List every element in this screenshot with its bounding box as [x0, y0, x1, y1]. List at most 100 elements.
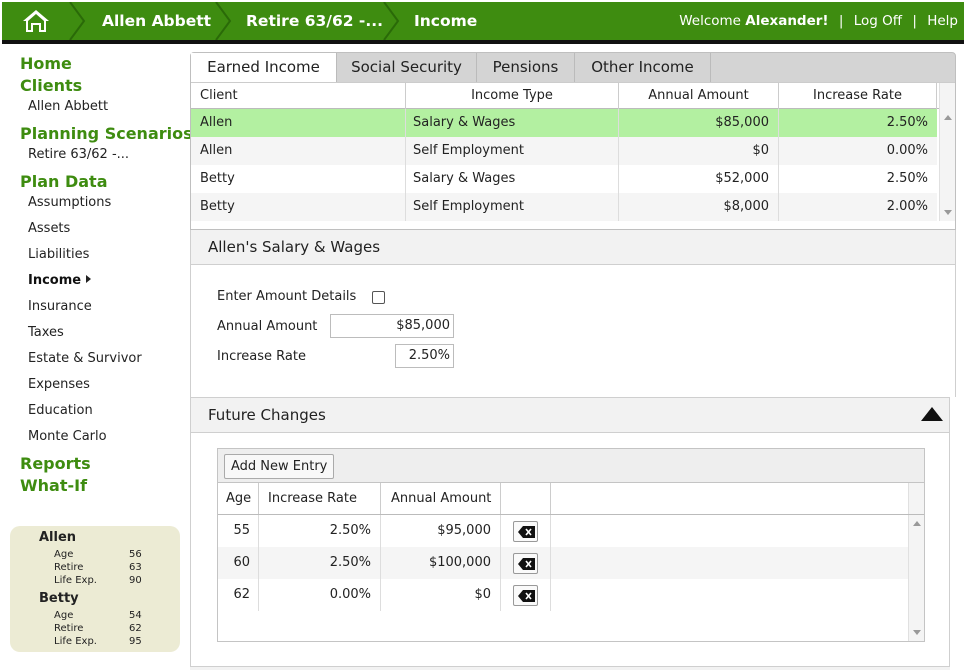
income-grid-scrollbar[interactable]: [939, 109, 955, 221]
nav-client-name[interactable]: Allen Abbett: [28, 99, 108, 114]
column-header-annual-amount[interactable]: Annual Amount: [381, 483, 501, 514]
enter-amount-details-checkbox[interactable]: [372, 291, 385, 304]
cell-income-type: Self Employment: [406, 193, 619, 221]
breadcrumb-client[interactable]: Allen Abbett: [102, 2, 211, 40]
cell-age: 62: [218, 579, 259, 611]
future-grid-header: Age Increase Rate Annual Amount: [218, 483, 924, 515]
help-link[interactable]: Help: [927, 13, 958, 29]
enter-amount-details-label: Enter Amount Details: [217, 289, 357, 304]
cell-client: Allen: [191, 137, 406, 165]
nav-assumptions[interactable]: Assumptions: [28, 195, 111, 210]
cell-age: 60: [218, 547, 259, 579]
tab-earned-income[interactable]: Earned Income: [191, 53, 337, 82]
table-row[interactable]: 62 0.00% $0: [218, 579, 908, 611]
user-name: Alexander!: [745, 13, 829, 29]
person-name: Allen: [39, 530, 77, 545]
cell-actions: [501, 547, 551, 579]
nav-what-if[interactable]: What-If: [20, 476, 87, 495]
log-off-link[interactable]: Log Off: [854, 13, 902, 29]
cell-increase-rate: 2.00%: [886, 199, 928, 214]
table-row[interactable]: Allen Salary & Wages $85,000 2.50%: [191, 109, 937, 137]
column-header-annual-amount[interactable]: Annual Amount: [619, 83, 779, 109]
age-label: Age: [54, 610, 74, 621]
column-header-client[interactable]: Client: [191, 83, 406, 109]
delete-entry-button[interactable]: [513, 585, 538, 606]
nav-home[interactable]: Home: [20, 54, 72, 73]
cell-actions: [501, 515, 551, 547]
caret-right-icon: [86, 275, 92, 283]
nav-reports[interactable]: Reports: [20, 454, 91, 473]
cell-increase-rate: 0.00%: [259, 579, 381, 611]
future-changes-toolbar: Add New Entry: [218, 449, 924, 483]
increase-rate-input[interactable]: 2.50%: [395, 344, 454, 368]
future-changes-grid: Add New Entry Age Increase Rate Annual A…: [217, 448, 925, 642]
column-header-increase-rate[interactable]: Increase Rate: [259, 483, 381, 514]
delete-entry-button[interactable]: [513, 553, 538, 574]
nav-plan-data[interactable]: Plan Data: [20, 172, 108, 191]
life-exp-label: Life Exp.: [54, 575, 97, 586]
table-row[interactable]: 55 2.50% $95,000: [218, 515, 908, 547]
annual-amount-input[interactable]: $85,000: [330, 314, 454, 338]
future-changes-header[interactable]: Future Changes: [190, 397, 950, 433]
delete-entry-button[interactable]: [513, 521, 538, 542]
life-exp-label: Life Exp.: [54, 636, 97, 647]
nav-insurance[interactable]: Insurance: [28, 299, 92, 314]
nav-planning-scenarios[interactable]: Planning Scenarios: [20, 124, 193, 143]
scroll-down-icon[interactable]: [913, 630, 921, 635]
header-scroll-spacer: [939, 83, 955, 109]
collapse-icon[interactable]: [921, 407, 943, 421]
breadcrumb-separator-icon: [383, 2, 400, 40]
add-new-entry-button[interactable]: Add New Entry: [224, 454, 335, 479]
nav-estate-survivor[interactable]: Estate & Survivor: [28, 351, 142, 366]
income-grid: Allen Salary & Wages $85,000 2.50% Allen…: [191, 109, 955, 229]
nav-clients[interactable]: Clients: [20, 76, 82, 95]
detail-title: Allen's Salary & Wages: [190, 230, 956, 265]
tab-social-security[interactable]: Social Security: [337, 53, 477, 82]
nav-income[interactable]: Income: [28, 273, 92, 288]
cell-annual-amount: $85,000: [619, 109, 779, 137]
cell-income-type: Self Employment: [406, 137, 619, 165]
nav-monte-carlo[interactable]: Monte Carlo: [28, 429, 107, 444]
breadcrumb-scenario[interactable]: Retire 63/62 -...: [246, 2, 383, 40]
column-header-increase-rate[interactable]: Increase Rate: [779, 83, 937, 109]
table-row[interactable]: 60 2.50% $100,000: [218, 547, 908, 579]
cell-client: Allen: [191, 109, 406, 137]
future-changes-section: Add New Entry Age Increase Rate Annual A…: [190, 433, 950, 670]
nav-scenario[interactable]: Retire 63/62 -...: [28, 147, 129, 162]
income-panel: Earned Income Social Security Pensions O…: [190, 52, 956, 230]
top-navigation-bar: Allen Abbett Retire 63/62 -... Income We…: [2, 2, 964, 44]
table-row[interactable]: Betty Self Employment $8,000 2.00%: [191, 193, 937, 221]
nav-liabilities[interactable]: Liabilities: [28, 247, 89, 262]
scroll-up-icon[interactable]: [913, 521, 921, 526]
tab-pensions[interactable]: Pensions: [477, 53, 575, 82]
nav-taxes[interactable]: Taxes: [28, 325, 64, 340]
nav-expenses[interactable]: Expenses: [28, 377, 90, 392]
column-header-income-type[interactable]: Income Type: [406, 83, 619, 109]
header-scroll-spacer: [908, 483, 924, 514]
cell-income-type: Salary & Wages: [406, 109, 619, 137]
breadcrumb-separator-icon: [69, 2, 86, 40]
age-label: Age: [54, 549, 74, 560]
backspace-delete-icon: [518, 526, 535, 538]
cell-increase-rate: 2.50%: [886, 115, 928, 130]
cell-annual-amount: $100,000: [381, 547, 501, 579]
life-exp-value: 95: [129, 636, 142, 647]
nav-assets[interactable]: Assets: [28, 221, 70, 236]
cell-age: 55: [218, 515, 259, 547]
cell-annual-amount: $8,000: [619, 193, 779, 221]
cell-annual-amount: $95,000: [381, 515, 501, 547]
column-header-age[interactable]: Age: [218, 483, 259, 514]
future-grid-scrollbar[interactable]: [908, 515, 924, 641]
tab-other-income[interactable]: Other Income: [575, 53, 711, 82]
scroll-up-icon[interactable]: [944, 115, 952, 120]
retire-label: Retire: [54, 623, 84, 634]
home-button[interactable]: [2, 2, 68, 40]
table-row[interactable]: Betty Salary & Wages $52,000 2.50%: [191, 165, 937, 193]
column-header-actions: [501, 483, 551, 514]
increase-rate-label: Increase Rate: [217, 349, 306, 364]
table-row[interactable]: Allen Self Employment $0 0.00%: [191, 137, 937, 165]
life-exp-value: 90: [129, 575, 142, 586]
cell-increase-rate: 2.50%: [886, 171, 928, 186]
scroll-down-icon[interactable]: [944, 210, 952, 215]
nav-education[interactable]: Education: [28, 403, 93, 418]
